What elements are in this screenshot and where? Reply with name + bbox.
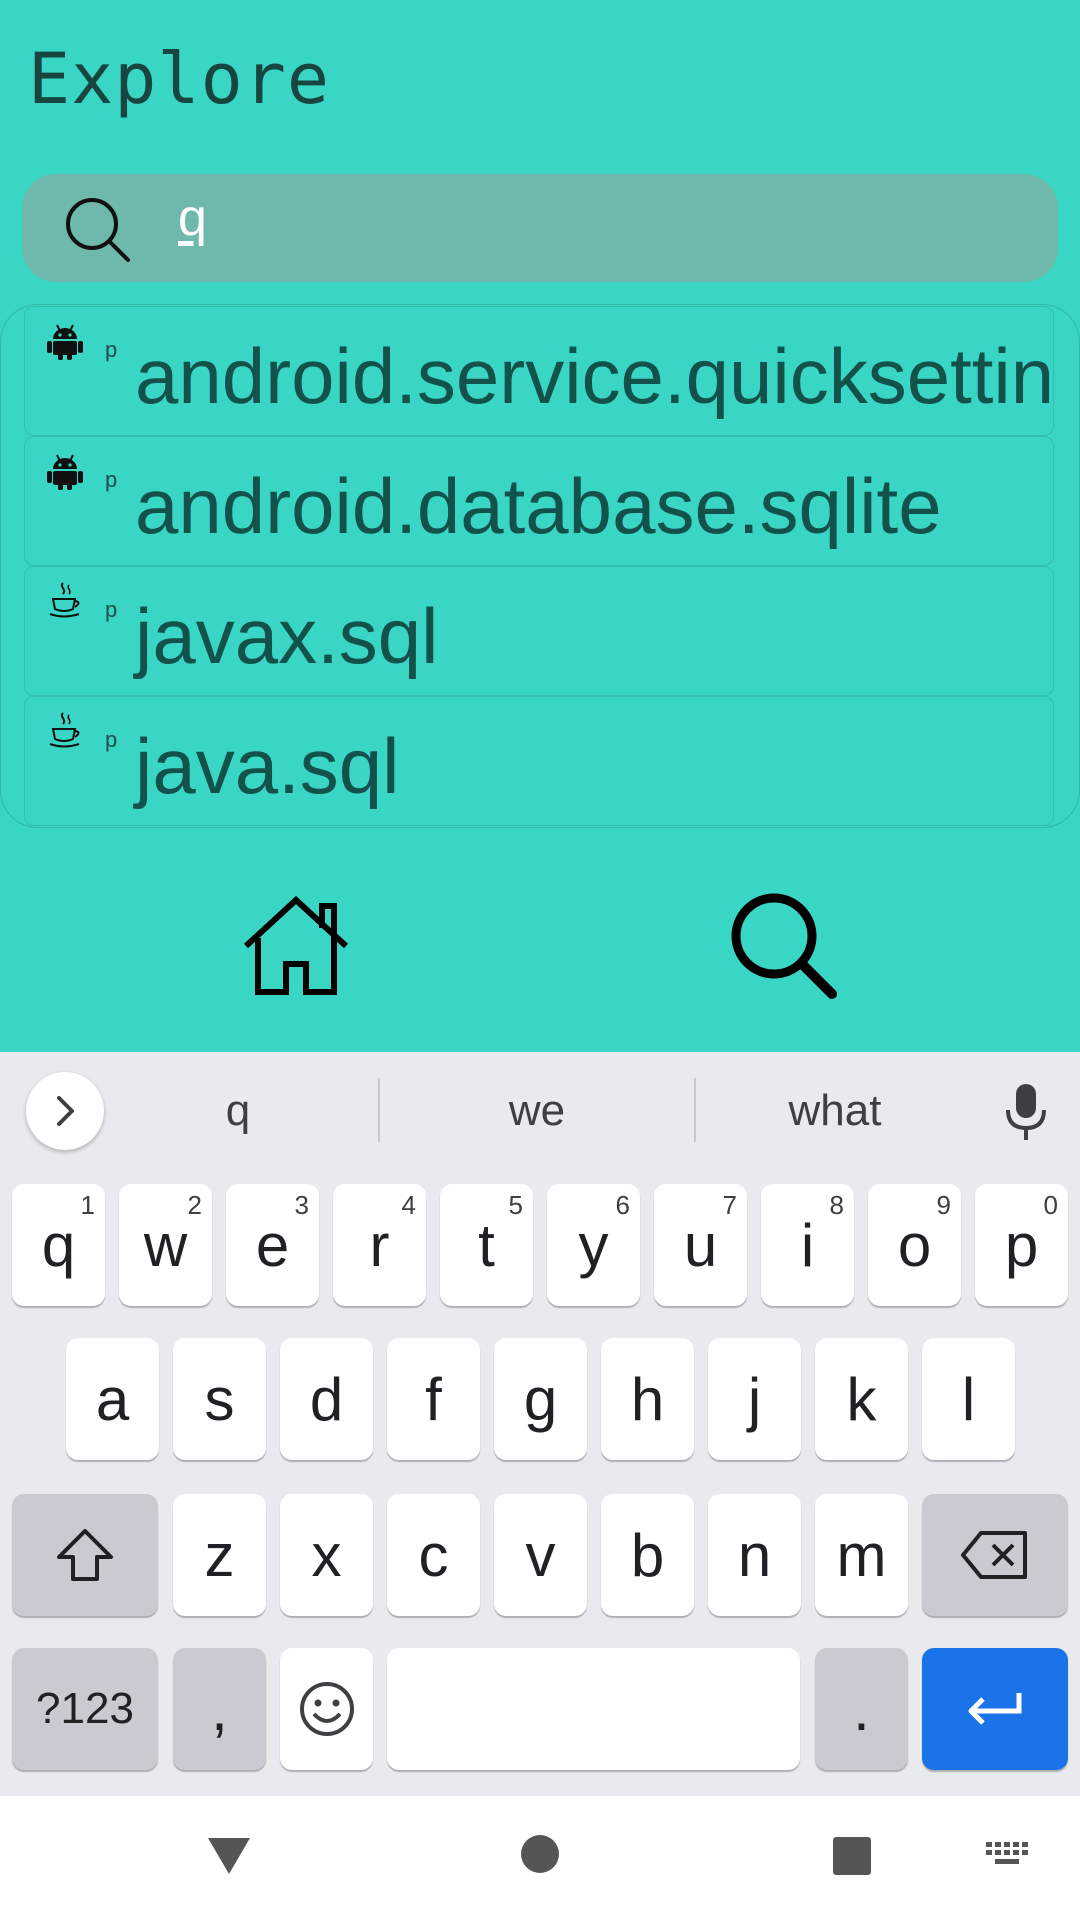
key-hint: 7 (722, 1190, 737, 1220)
key-d[interactable]: d (280, 1338, 373, 1460)
key-label: i (800, 1211, 815, 1279)
system-nav-bar (0, 1796, 1080, 1920)
search-bar[interactable]: q (22, 174, 1058, 282)
key-z[interactable]: z (173, 1494, 266, 1616)
key-x[interactable]: x (280, 1494, 373, 1616)
result-name: java.sql (135, 722, 400, 810)
key-hint: 9 (936, 1190, 951, 1220)
java-cup-icon (49, 712, 80, 748)
shift-key[interactable] (12, 1494, 158, 1616)
microphone-icon[interactable] (1004, 1082, 1048, 1142)
key-f[interactable]: f (387, 1338, 480, 1460)
key-label: q (41, 1211, 76, 1279)
result-item[interactable]: p android.service.quicksettings (24, 306, 1054, 436)
key-j[interactable]: j (708, 1338, 801, 1460)
key-c[interactable]: c (387, 1494, 480, 1616)
key-label: w (143, 1211, 188, 1279)
key-p[interactable]: p0 (975, 1184, 1068, 1306)
home-icon[interactable] (238, 896, 354, 996)
period-key[interactable]: . (815, 1648, 908, 1770)
key-n[interactable]: n (708, 1494, 801, 1616)
enter-icon (968, 1693, 1022, 1725)
result-name: android.database.sqlite (135, 462, 942, 550)
key-t[interactable]: t5 (440, 1184, 533, 1306)
key-b[interactable]: b (601, 1494, 694, 1616)
key-hint: 4 (401, 1190, 416, 1220)
key-hint: 5 (508, 1190, 523, 1220)
shift-icon (57, 1529, 113, 1581)
result-item[interactable]: p javax.sql (24, 566, 1054, 696)
suggestions-expand-button[interactable] (26, 1072, 104, 1150)
key-q[interactable]: q1 (12, 1184, 105, 1306)
emoji-key[interactable] (280, 1648, 373, 1770)
chevron-right-icon (57, 1096, 74, 1126)
key-y[interactable]: y6 (547, 1184, 640, 1306)
result-name: android.service.quicksettings (135, 332, 1054, 420)
comma-key[interactable]: , (173, 1648, 266, 1770)
key-label: r (369, 1211, 390, 1279)
page-title: Explore (28, 38, 331, 120)
suggestion-divider (378, 1078, 380, 1142)
key-o[interactable]: o9 (868, 1184, 961, 1306)
key-label: y (578, 1211, 609, 1279)
keyboard-switch-icon[interactable] (986, 1842, 1030, 1870)
home-circle-icon[interactable] (520, 1834, 560, 1874)
android-icon (47, 454, 83, 490)
key-hint: 2 (187, 1190, 202, 1220)
key-label: u (683, 1211, 718, 1279)
key-g[interactable]: g (494, 1338, 587, 1460)
result-type: p (105, 597, 118, 622)
result-item[interactable]: p java.sql (24, 696, 1054, 826)
key-label: p (1004, 1211, 1039, 1279)
search-nav-icon[interactable] (728, 890, 840, 1002)
key-m[interactable]: m (815, 1494, 908, 1616)
key-r[interactable]: r4 (333, 1184, 426, 1306)
result-item[interactable]: p android.database.sqlite (24, 436, 1054, 566)
search-input[interactable]: q (178, 188, 207, 248)
symbols-key[interactable]: ?123 (12, 1648, 158, 1770)
key-a[interactable]: a (66, 1338, 159, 1460)
backspace-key[interactable] (922, 1494, 1068, 1616)
result-type: p (105, 467, 118, 492)
key-hint: 8 (829, 1190, 844, 1220)
search-icon (66, 198, 130, 262)
key-hint: 6 (615, 1190, 630, 1220)
key-label: e (255, 1211, 290, 1279)
enter-key[interactable] (922, 1648, 1068, 1770)
result-type: p (105, 337, 118, 362)
key-hint: 1 (80, 1190, 95, 1220)
result-name: javax.sql (135, 592, 439, 680)
suggestion-1[interactable]: q (108, 1086, 368, 1136)
backspace-icon (961, 1531, 1027, 1579)
key-u[interactable]: u7 (654, 1184, 747, 1306)
key-w[interactable]: w2 (119, 1184, 212, 1306)
key-e[interactable]: e3 (226, 1184, 319, 1306)
suggestion-divider (694, 1078, 696, 1142)
back-triangle-icon[interactable] (206, 1836, 252, 1876)
key-i[interactable]: i8 (761, 1184, 854, 1306)
key-hint: 3 (294, 1190, 309, 1220)
suggestion-2[interactable]: we (407, 1086, 667, 1136)
key-label: t (478, 1211, 495, 1279)
key-l[interactable]: l (922, 1338, 1015, 1460)
recents-square-icon[interactable] (832, 1836, 872, 1876)
key-hint: 0 (1043, 1190, 1058, 1220)
key-v[interactable]: v (494, 1494, 587, 1616)
key-s[interactable]: s (173, 1338, 266, 1460)
key-h[interactable]: h (601, 1338, 694, 1460)
key-k[interactable]: k (815, 1338, 908, 1460)
android-icon (47, 324, 83, 360)
space-key[interactable] (387, 1648, 800, 1770)
emoji-icon (299, 1682, 354, 1736)
keyboard: q we what q1 w2 e3 r4 t5 y6 u7 i8 o9 p0 … (0, 1052, 1080, 1796)
java-cup-icon (49, 582, 80, 618)
result-type: p (105, 727, 118, 752)
key-label: o (897, 1211, 932, 1279)
suggestion-3[interactable]: what (705, 1086, 965, 1136)
